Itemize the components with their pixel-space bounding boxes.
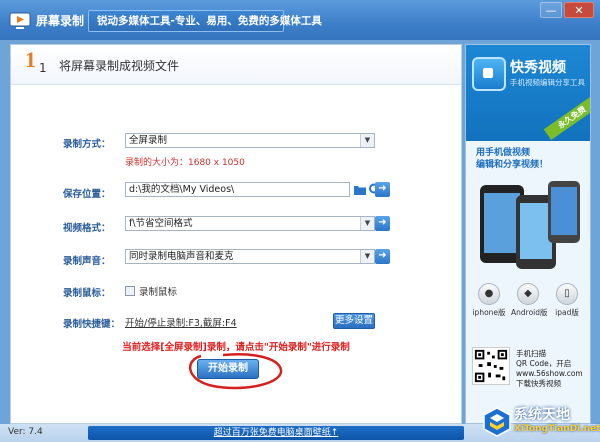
- version-text: Ver: 7.4: [8, 427, 43, 437]
- step-number: 1: [25, 47, 36, 72]
- ad-ribbon: 永久免费: [543, 94, 590, 141]
- platform-label: ipad版: [555, 308, 579, 317]
- record-mode-label: 录制方式：: [63, 139, 111, 150]
- platform-ipad[interactable]: ▯ ipad版: [550, 283, 584, 318]
- red-circle-annotation: [188, 353, 283, 390]
- qr-line: 下载快秀视频: [516, 379, 561, 388]
- platform-android[interactable]: ◆ Android版: [511, 283, 548, 318]
- kuaixiu-logo-icon: [472, 57, 506, 91]
- site-watermark: 系统天地 XiTongTianDi.net: [478, 404, 600, 442]
- app-title: 屏幕录制: [36, 14, 85, 28]
- chevron-down-icon[interactable]: ▼: [360, 134, 374, 147]
- app-logo-icon: [9, 12, 31, 29]
- more-settings-button[interactable]: 更多设置: [333, 313, 375, 329]
- title-bar: 屏幕录制 锐动多媒体工具-专业、易用、免费的多媒体工具 — ✕: [0, 0, 600, 40]
- step-sub-number: 1: [39, 61, 47, 75]
- save-location-value: d:\我的文档\My Videos\: [129, 184, 235, 195]
- save-location-label: 保存位置：: [63, 189, 111, 200]
- record-mode-select[interactable]: 全屏录制 ▼: [125, 133, 375, 148]
- record-size-text: 录制的大小为：1680 x 1050: [125, 158, 245, 168]
- step-header: 1 1 将屏幕录制成视频文件: [11, 45, 461, 85]
- qr-line: QR Code，开启: [516, 359, 572, 368]
- open-folder-arrow-button[interactable]: ➜: [375, 182, 390, 197]
- watermark-title: 系统天地: [514, 407, 570, 423]
- main-panel: 1 1 将屏幕录制成视频文件 录制方式： 全屏录制 ▼ 录制的大小为：1680 …: [10, 44, 462, 424]
- watermark-logo-icon: [483, 407, 511, 437]
- video-format-label: 视频格式：: [63, 223, 111, 234]
- qr-code-image: [472, 347, 510, 385]
- folder-icon[interactable]: [353, 182, 367, 197]
- window-controls: — ✕: [540, 2, 594, 18]
- step-number-badge: 1 1: [23, 47, 53, 81]
- ad-slogan: 用手机做视频 编辑和分享视频！: [476, 147, 548, 171]
- video-format-value: f\节省空间格式: [129, 218, 193, 229]
- platform-list: ● iphone版 ◆ Android版 ▯ ipad版: [472, 283, 584, 318]
- ad-slogan-line2: 编辑和分享视频！: [476, 160, 549, 170]
- apple-icon: ●: [478, 283, 500, 305]
- save-location-input[interactable]: d:\我的文档\My Videos\: [125, 182, 350, 197]
- wallpaper-link[interactable]: 超过百万张免费电脑桌面壁纸↑: [214, 428, 339, 438]
- wallpaper-banner[interactable]: 超过百万张免费电脑桌面壁纸↑: [88, 426, 464, 440]
- record-audio-select[interactable]: 同时录制电脑声音和麦克 ▼: [125, 249, 375, 264]
- chevron-down-icon[interactable]: ▼: [360, 217, 374, 230]
- minimize-button[interactable]: —: [540, 2, 562, 18]
- video-format-select[interactable]: f\节省空间格式 ▼: [125, 216, 375, 231]
- record-mode-value: 全屏录制: [129, 135, 168, 146]
- app-slogan: 锐动多媒体工具-专业、易用、免费的多媒体工具: [88, 10, 322, 32]
- hotkeys-label: 录制快捷键：: [63, 319, 121, 330]
- record-audio-label: 录制声音：: [63, 256, 111, 267]
- step-title: 将屏幕录制成视频文件: [59, 59, 180, 73]
- android-icon: ◆: [517, 283, 539, 305]
- close-button[interactable]: ✕: [564, 2, 594, 18]
- ad-header: 快秀视频 手机视频编辑分享工具 永久免费: [466, 45, 590, 141]
- ad-brand: 快秀视频: [510, 60, 566, 76]
- record-audio-arrow-button[interactable]: ➜: [375, 249, 390, 264]
- qr-line: www.56show.com: [516, 369, 583, 378]
- ad-panel[interactable]: 快秀视频 手机视频编辑分享工具 永久免费 用手机做视频 编辑和分享视频！ ● i…: [465, 44, 591, 424]
- hotkeys-value: 开始/停止录制:F3,截屏:F4: [125, 318, 237, 329]
- ipad-icon: ▯: [556, 283, 578, 305]
- record-mouse-checkbox-label[interactable]: 录制鼠标: [139, 284, 177, 298]
- ad-slogan-line1: 用手机做视频: [476, 148, 531, 158]
- record-mouse-checkbox[interactable]: [125, 286, 135, 296]
- watermark-url: XiTongTianDi.net: [514, 424, 600, 434]
- ad-brand-sub: 手机视频编辑分享工具: [510, 78, 585, 87]
- qr-line: 手机扫描: [516, 349, 546, 358]
- platform-iphone[interactable]: ● iphone版: [472, 283, 506, 318]
- chevron-down-icon[interactable]: ▼: [360, 250, 374, 263]
- record-mouse-label: 录制鼠标：: [63, 288, 111, 299]
- video-format-arrow-button[interactable]: ➜: [375, 216, 390, 231]
- qr-instructions: 手机扫描 QR Code，开启 www.56show.com 下载快秀视频: [516, 349, 583, 389]
- record-audio-value: 同时录制电脑声音和麦克: [129, 251, 234, 262]
- platform-label: iphone版: [472, 308, 506, 317]
- phones-image: [480, 181, 580, 269]
- platform-label: Android版: [511, 308, 548, 317]
- hotkeys-link[interactable]: 开始/停止录制:F3,截屏:F4: [125, 315, 237, 329]
